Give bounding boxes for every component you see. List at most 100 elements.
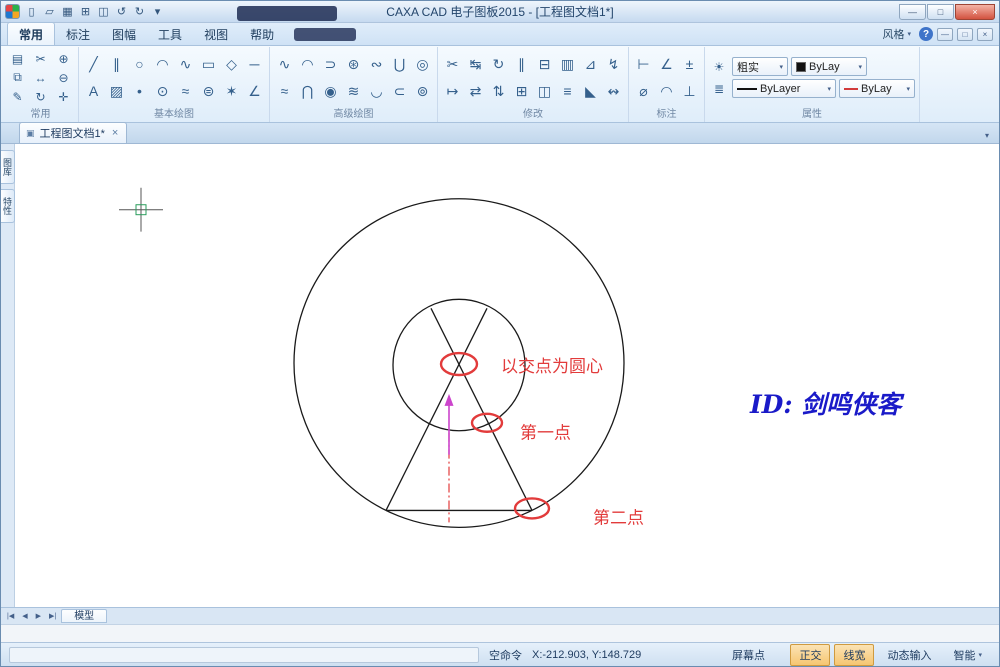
prev-sheet-button[interactable]: ◀ bbox=[19, 612, 30, 620]
smart-snap-toggle[interactable]: 智能 ▾ bbox=[944, 644, 991, 666]
model-tab[interactable]: 模型 bbox=[61, 609, 108, 623]
line-icon[interactable]: ╱ bbox=[83, 51, 104, 77]
flip-icon[interactable]: ⇅ bbox=[488, 78, 509, 104]
diameter-dimension-icon[interactable]: ⌀ bbox=[633, 78, 654, 104]
print-preview-icon[interactable]: ◫ bbox=[95, 4, 112, 20]
stretch-icon[interactable]: ↹ bbox=[465, 51, 486, 77]
mirror-icon[interactable]: ◫ bbox=[534, 78, 555, 104]
bullseye-icon[interactable]: ◎ bbox=[412, 51, 433, 77]
parallel-line-icon[interactable]: ∥ bbox=[106, 51, 127, 77]
doc-restore-button[interactable]: □ bbox=[957, 27, 973, 41]
copy-icon[interactable]: ⧉ bbox=[7, 69, 28, 87]
drawing-canvas[interactable]: 以交点为圆心 第一点 第二点 ID: 剑鸣侠客 bbox=[15, 144, 999, 607]
hatch-icon[interactable]: ▨ bbox=[106, 78, 127, 104]
arc-dimension-icon[interactable]: ◠ bbox=[656, 78, 677, 104]
segment-icon[interactable]: ─ bbox=[244, 51, 265, 77]
rectangle-icon[interactable]: ▭ bbox=[198, 51, 219, 77]
offset-icon[interactable]: ∥ bbox=[511, 51, 532, 77]
arc-down-icon[interactable]: ◡ bbox=[366, 78, 387, 104]
layer-list-icon[interactable]: ≣ bbox=[709, 80, 729, 98]
zoom-out-icon[interactable]: ⊖ bbox=[53, 69, 74, 87]
break-icon[interactable]: ↯ bbox=[603, 51, 624, 77]
first-sheet-button[interactable]: |◀ bbox=[4, 612, 17, 620]
triple-wave-icon[interactable]: ≋ bbox=[343, 78, 364, 104]
fillet-icon[interactable]: ◣ bbox=[580, 78, 601, 104]
ribbon-tab-sheet[interactable]: 图幅 bbox=[101, 23, 147, 45]
layer-settings-icon[interactable]: ☀ bbox=[709, 58, 729, 76]
center-line-icon[interactable]: ⊙ bbox=[152, 78, 173, 104]
undo-icon[interactable]: ↺ bbox=[113, 4, 130, 20]
doc-minimize-button[interactable]: — bbox=[937, 27, 953, 41]
move-icon[interactable]: ↔ bbox=[30, 69, 51, 87]
ortho-toggle[interactable]: 正交 bbox=[790, 643, 831, 666]
arc-up-icon[interactable]: ◠ bbox=[297, 51, 318, 77]
scale-icon[interactable]: ↭ bbox=[603, 78, 624, 104]
command-line[interactable] bbox=[1, 624, 999, 642]
new-file-icon[interactable]: ▯ bbox=[23, 4, 40, 20]
angle-dimension-icon[interactable]: ∠ bbox=[656, 51, 677, 77]
redo-icon[interactable]: ↻ bbox=[131, 4, 148, 20]
linestyle-dropdown[interactable]: 粗实 ▾ bbox=[732, 57, 788, 76]
color-dropdown[interactable]: ByLay ▾ bbox=[791, 57, 867, 76]
tab-overflow-icon[interactable]: ▾ bbox=[981, 131, 993, 143]
tolerance-dimension-icon[interactable]: ± bbox=[679, 51, 700, 77]
rotate-icon[interactable]: ↻ bbox=[30, 88, 51, 106]
text-icon[interactable]: A bbox=[83, 78, 104, 104]
doc-close-button[interactable]: × bbox=[977, 27, 993, 41]
properties-panel-tab[interactable]: 特性 bbox=[1, 189, 15, 223]
linear-dimension-icon[interactable]: ⊢ bbox=[633, 51, 654, 77]
ribbon-tab-help[interactable]: 帮助 bbox=[239, 23, 285, 45]
style-button[interactable]: 风格 ▾ bbox=[878, 25, 915, 43]
linewidth-toggle[interactable]: 线宽 bbox=[834, 643, 875, 666]
tab-close-icon[interactable]: × bbox=[112, 127, 118, 139]
window-close-button[interactable]: × bbox=[955, 3, 995, 20]
polygon-icon[interactable]: ◇ bbox=[221, 51, 242, 77]
pattern-icon[interactable]: ▥ bbox=[557, 51, 578, 77]
pan-icon[interactable]: ✛ bbox=[53, 88, 74, 106]
explode-icon[interactable]: ⊟ bbox=[534, 51, 555, 77]
customize-qat-icon[interactable]: ▾ bbox=[149, 4, 166, 20]
window-minimize-button[interactable]: — bbox=[899, 3, 926, 20]
translate-icon[interactable]: ⇄ bbox=[465, 78, 486, 104]
print-icon[interactable]: ⊞ bbox=[77, 4, 94, 20]
ribbon-tab-view[interactable]: 视图 bbox=[193, 23, 239, 45]
rotate-entity-icon[interactable]: ↻ bbox=[488, 51, 509, 77]
spline-icon[interactable]: ∿ bbox=[175, 51, 196, 77]
union-curve-icon[interactable]: ⋃ bbox=[389, 51, 410, 77]
zoom-in-icon[interactable]: ⊕ bbox=[53, 50, 74, 68]
point-mode-selector[interactable]: 屏幕点 bbox=[732, 647, 765, 663]
format-brush-icon[interactable]: ✎ bbox=[7, 88, 28, 106]
dynamic-input-toggle[interactable]: 动态输入 bbox=[878, 644, 940, 666]
ring-icon[interactable]: ◉ bbox=[320, 78, 341, 104]
last-sheet-button[interactable]: ▶| bbox=[46, 612, 59, 620]
save-icon[interactable]: ▦ bbox=[59, 4, 76, 20]
point-icon[interactable]: • bbox=[129, 78, 150, 104]
spline-curve-icon[interactable]: ∿ bbox=[274, 51, 295, 77]
cut-icon[interactable]: ✂ bbox=[30, 50, 51, 68]
help-icon[interactable]: ? bbox=[919, 27, 933, 41]
ellipse-icon[interactable]: ⊜ bbox=[198, 78, 219, 104]
donut-icon[interactable]: ⊚ bbox=[412, 78, 433, 104]
array-icon[interactable]: ⊞ bbox=[511, 78, 532, 104]
ribbon-tab-home[interactable]: 常用 bbox=[7, 22, 56, 45]
ribbon-tab-dimension[interactable]: 标注 bbox=[55, 23, 101, 45]
fit-curve-icon[interactable]: ≈ bbox=[274, 78, 295, 104]
arc-icon[interactable]: ◠ bbox=[152, 51, 173, 77]
next-sheet-button[interactable]: ▶ bbox=[33, 612, 44, 620]
chamfer-icon[interactable]: ⊿ bbox=[580, 51, 601, 77]
document-tab[interactable]: ▣ 工程图文档1* × bbox=[19, 122, 128, 143]
star-icon[interactable]: ✶ bbox=[221, 78, 242, 104]
circle-icon[interactable]: ○ bbox=[129, 51, 150, 77]
ribbon-tab-tools[interactable]: 工具 bbox=[147, 23, 193, 45]
linetype-dropdown[interactable]: ByLayer ▾ bbox=[732, 79, 836, 98]
open-file-icon[interactable]: ▱ bbox=[41, 4, 58, 20]
inverse-curve-icon[interactable]: ∾ bbox=[366, 51, 387, 77]
paste-icon[interactable]: ▤ bbox=[7, 50, 28, 68]
wave-line-icon[interactable]: ≈ bbox=[175, 78, 196, 104]
extend-icon[interactable]: ↦ bbox=[442, 78, 463, 104]
match-properties-icon[interactable]: ≡ bbox=[557, 78, 578, 104]
datum-dimension-icon[interactable]: ⊥ bbox=[679, 78, 700, 104]
command-input-field[interactable] bbox=[9, 646, 479, 663]
subset-curve-icon[interactable]: ⊂ bbox=[389, 78, 410, 104]
circled-star-icon[interactable]: ⊛ bbox=[343, 51, 364, 77]
